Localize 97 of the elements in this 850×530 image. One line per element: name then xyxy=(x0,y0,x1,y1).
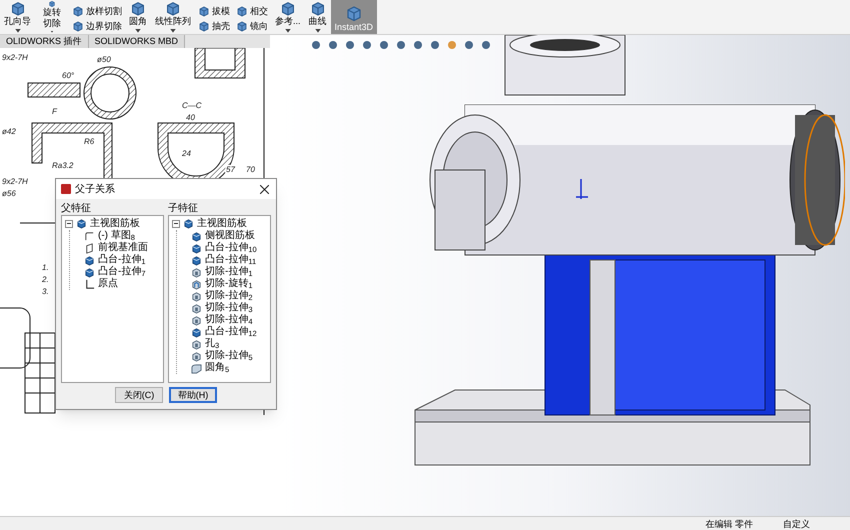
feature-icon xyxy=(198,5,210,17)
tree-item[interactable]: 主视图筋板 xyxy=(90,218,140,228)
tree-item[interactable]: 切除-拉伸$_{4}$ xyxy=(205,315,253,325)
extrude-icon xyxy=(84,266,95,278)
dimension-label: 3. xyxy=(42,287,49,296)
tree-item[interactable]: 切除-拉伸$_{5}$ xyxy=(205,351,253,361)
command-tab[interactable]: OLIDWORKS 插件 xyxy=(0,35,89,48)
extrude-icon xyxy=(84,254,95,266)
feature-icon xyxy=(198,20,210,32)
ribbon-button[interactable]: 相交 xyxy=(236,5,268,17)
caret-icon[interactable] xyxy=(314,29,321,33)
tree-item[interactable]: 凸台-拉伸$_{10}$ xyxy=(205,243,257,253)
panel-label: 子特征 xyxy=(168,202,199,215)
cut-icon xyxy=(191,350,202,362)
tree-item[interactable]: 主视图筋板 xyxy=(197,218,247,228)
cut-icon xyxy=(191,302,202,314)
extrude-icon xyxy=(76,218,87,229)
caret-icon[interactable] xyxy=(135,29,141,33)
feature-icon xyxy=(72,5,84,17)
close-icon xyxy=(260,184,268,194)
ribbon-button[interactable]: 拔模 xyxy=(198,5,230,17)
collapse-toggle[interactable] xyxy=(65,220,73,228)
tree-item[interactable]: 孔$_{3}$ xyxy=(205,339,220,349)
extrude-icon xyxy=(191,242,202,254)
origin-icon xyxy=(84,278,95,290)
feature-icon xyxy=(236,5,248,17)
ribbon-button[interactable]: 旋转切除 xyxy=(35,0,69,34)
dimension-label: F xyxy=(52,107,57,116)
feature-icon xyxy=(129,0,147,16)
ribbon-button[interactable]: 抽壳 xyxy=(198,20,230,32)
dimension-label: ø42 xyxy=(2,127,16,136)
caret-icon[interactable] xyxy=(49,31,55,33)
tree-item[interactable]: 侧视图筋板 xyxy=(205,231,255,241)
feature-icon xyxy=(164,0,182,16)
dialog-button[interactable]: 关闭(C) xyxy=(115,387,163,403)
tree-item[interactable]: 凸台-拉伸$_{7}$ xyxy=(98,267,146,277)
tree-item[interactable]: 前视基准面 xyxy=(98,243,148,253)
dialog-title: 父子关系 xyxy=(75,182,116,196)
ribbon-button[interactable]: 曲线 xyxy=(304,0,331,34)
tree-item[interactable]: 切除-拉伸$_{1}$ xyxy=(205,267,253,277)
ribbon-button[interactable]: 镜向 xyxy=(236,20,268,32)
command-tab[interactable]: SOLIDWORKS MBD xyxy=(88,35,186,48)
caret-icon[interactable] xyxy=(284,29,291,33)
tree-item[interactable]: 圆角$_{5}$ xyxy=(205,363,230,373)
tree-item[interactable]: 凸台-拉伸$_{1}$ xyxy=(98,255,146,265)
extrude-icon xyxy=(183,218,194,229)
extrude-icon xyxy=(191,326,202,338)
panel-label: 父特征 xyxy=(61,202,92,215)
tree-item[interactable]: 切除-拉伸$_{3}$ xyxy=(205,303,253,313)
sketch-icon xyxy=(84,230,95,242)
ribbon-button[interactable]: 放样切割 xyxy=(72,5,122,17)
dimension-label: 57 xyxy=(226,165,235,174)
ribbon-button[interactable]: 参考... xyxy=(271,0,305,34)
dimension-label: 9x2-7H xyxy=(2,53,28,62)
tree-item[interactable]: 凸台-拉伸$_{12}$ xyxy=(205,327,257,337)
dimension-label: Ra3.2 xyxy=(52,161,74,170)
tree-item[interactable]: 原点 xyxy=(98,279,118,289)
dimension-label: 9x2-7H xyxy=(2,177,28,186)
ribbon-button[interactable]: 圆角 xyxy=(125,0,151,34)
dimension-label: 2. xyxy=(42,275,49,284)
caret-icon[interactable] xyxy=(170,29,176,33)
axis-triad-icon xyxy=(576,179,588,201)
ribbon-button[interactable]: 孔向导 xyxy=(0,0,35,34)
ribbon-button[interactable]: 边界切除 xyxy=(72,20,122,32)
collapse-toggle[interactable] xyxy=(172,220,180,228)
extrude-icon xyxy=(191,230,202,242)
status-text: 自定义 xyxy=(783,518,810,530)
app-icon xyxy=(61,184,71,194)
caret-icon[interactable] xyxy=(14,29,20,33)
dimension-label: 70 xyxy=(246,165,255,174)
dimension-label: R6 xyxy=(84,137,94,146)
cut-icon xyxy=(191,314,202,326)
dialog-button[interactable]: 帮助(H) xyxy=(169,387,217,403)
plane-icon xyxy=(84,242,95,254)
tree-item[interactable]: (-) 草图$_{8}$ xyxy=(98,231,135,241)
dimension-label: 40 xyxy=(186,113,195,122)
ribbon-button[interactable]: 线性阵列 xyxy=(151,0,195,34)
dimension-label: C—C xyxy=(182,101,202,110)
dimension-label: 24 xyxy=(182,149,191,158)
tree-item[interactable]: 切除-旋转$_{1}$ xyxy=(205,279,253,289)
cut-icon xyxy=(191,266,202,278)
feature-icon xyxy=(236,20,248,32)
dimension-label: ø56 xyxy=(2,189,16,198)
tree-item[interactable]: 切除-拉伸$_{2}$ xyxy=(205,291,253,301)
extrude-icon xyxy=(191,254,202,266)
cut-icon xyxy=(191,290,202,302)
fillet-icon xyxy=(191,362,202,374)
status-text: 在编辑 零件 xyxy=(705,518,753,530)
feature-icon xyxy=(72,20,84,32)
close-button[interactable] xyxy=(257,182,271,196)
feature-icon xyxy=(344,4,363,22)
dimension-label: ø50 xyxy=(97,55,111,64)
dimension-label: 1. xyxy=(42,263,49,272)
dimension-label: 60° xyxy=(62,71,74,80)
tree-item[interactable]: 凸台-拉伸$_{11}$ xyxy=(205,255,256,265)
cut-icon xyxy=(191,338,202,350)
revolve-icon xyxy=(191,278,202,290)
